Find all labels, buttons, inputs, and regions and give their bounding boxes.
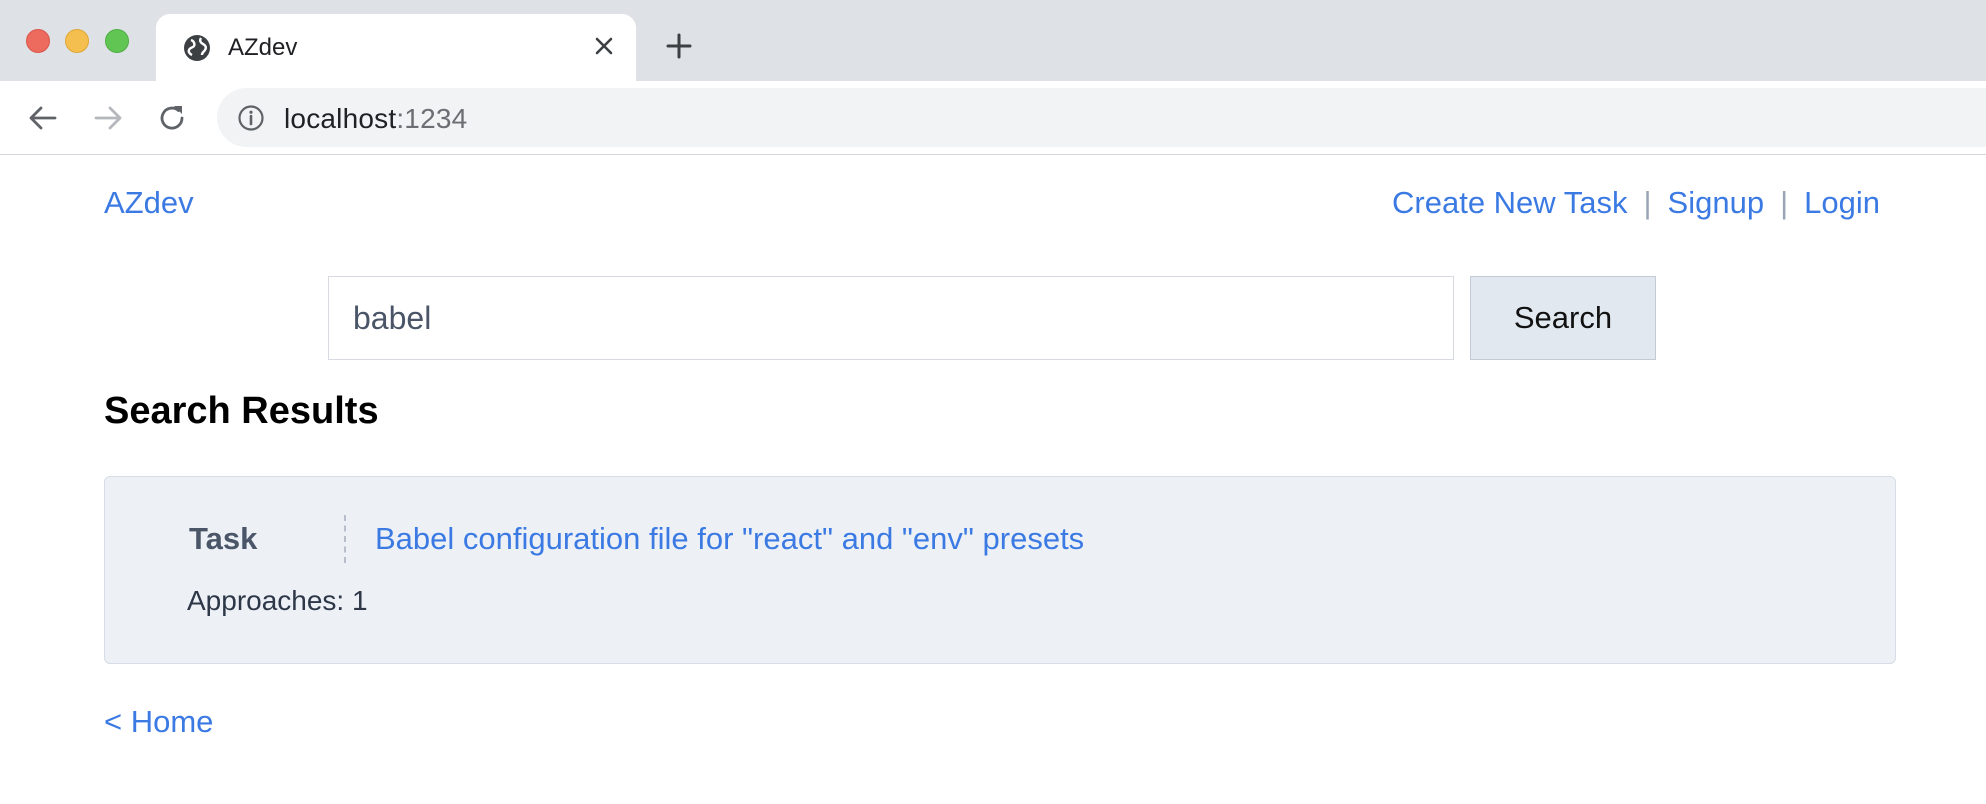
divider — [344, 515, 346, 563]
window-close-button[interactable] — [26, 29, 50, 53]
result-type-label: Task — [189, 521, 258, 556]
info-icon[interactable] — [237, 104, 265, 132]
brand-link[interactable]: AZdev — [104, 185, 194, 221]
browser-toolbar: localhost:1234 — [0, 81, 1986, 155]
nav-separator: | — [1643, 185, 1652, 220]
url-port: :1234 — [396, 103, 468, 134]
login-link[interactable]: Login — [1804, 185, 1880, 220]
result-approaches-count: Approaches: 1 — [187, 585, 368, 616]
address-url[interactable]: localhost:1234 — [284, 103, 467, 135]
reload-icon[interactable] — [155, 101, 189, 135]
signup-link[interactable]: Signup — [1668, 185, 1765, 220]
globe-icon — [184, 35, 210, 61]
window-minimize-button[interactable] — [65, 29, 89, 53]
url-host: localhost — [284, 103, 397, 134]
search-input[interactable] — [328, 276, 1454, 360]
browser-tab-strip: AZdev — [0, 0, 1986, 81]
arrow-right-icon[interactable] — [91, 101, 125, 135]
close-icon[interactable] — [590, 32, 618, 60]
home-link[interactable]: < Home — [104, 704, 213, 740]
results-heading: Search Results — [104, 390, 379, 432]
address-bar[interactable]: localhost:1234 — [217, 88, 1986, 147]
page-content: AZdev Create New Task | Signup | Login Searc… — [0, 156, 1986, 804]
arrow-left-icon[interactable] — [26, 101, 60, 135]
result-card: Task Babel configuration file for "react… — [104, 476, 1896, 664]
top-nav: Create New Task | Signup | Login — [1392, 185, 1880, 221]
window-zoom-button[interactable] — [105, 29, 129, 53]
result-title-link[interactable]: Babel configuration file for "react" and… — [375, 521, 1084, 557]
plus-icon[interactable] — [664, 31, 694, 61]
tab-title: AZdev — [228, 34, 298, 61]
browser-tab[interactable]: AZdev — [156, 14, 636, 81]
create-task-link[interactable]: Create New Task — [1392, 185, 1627, 220]
nav-separator: | — [1780, 185, 1789, 220]
search-button[interactable]: Search — [1470, 276, 1656, 360]
